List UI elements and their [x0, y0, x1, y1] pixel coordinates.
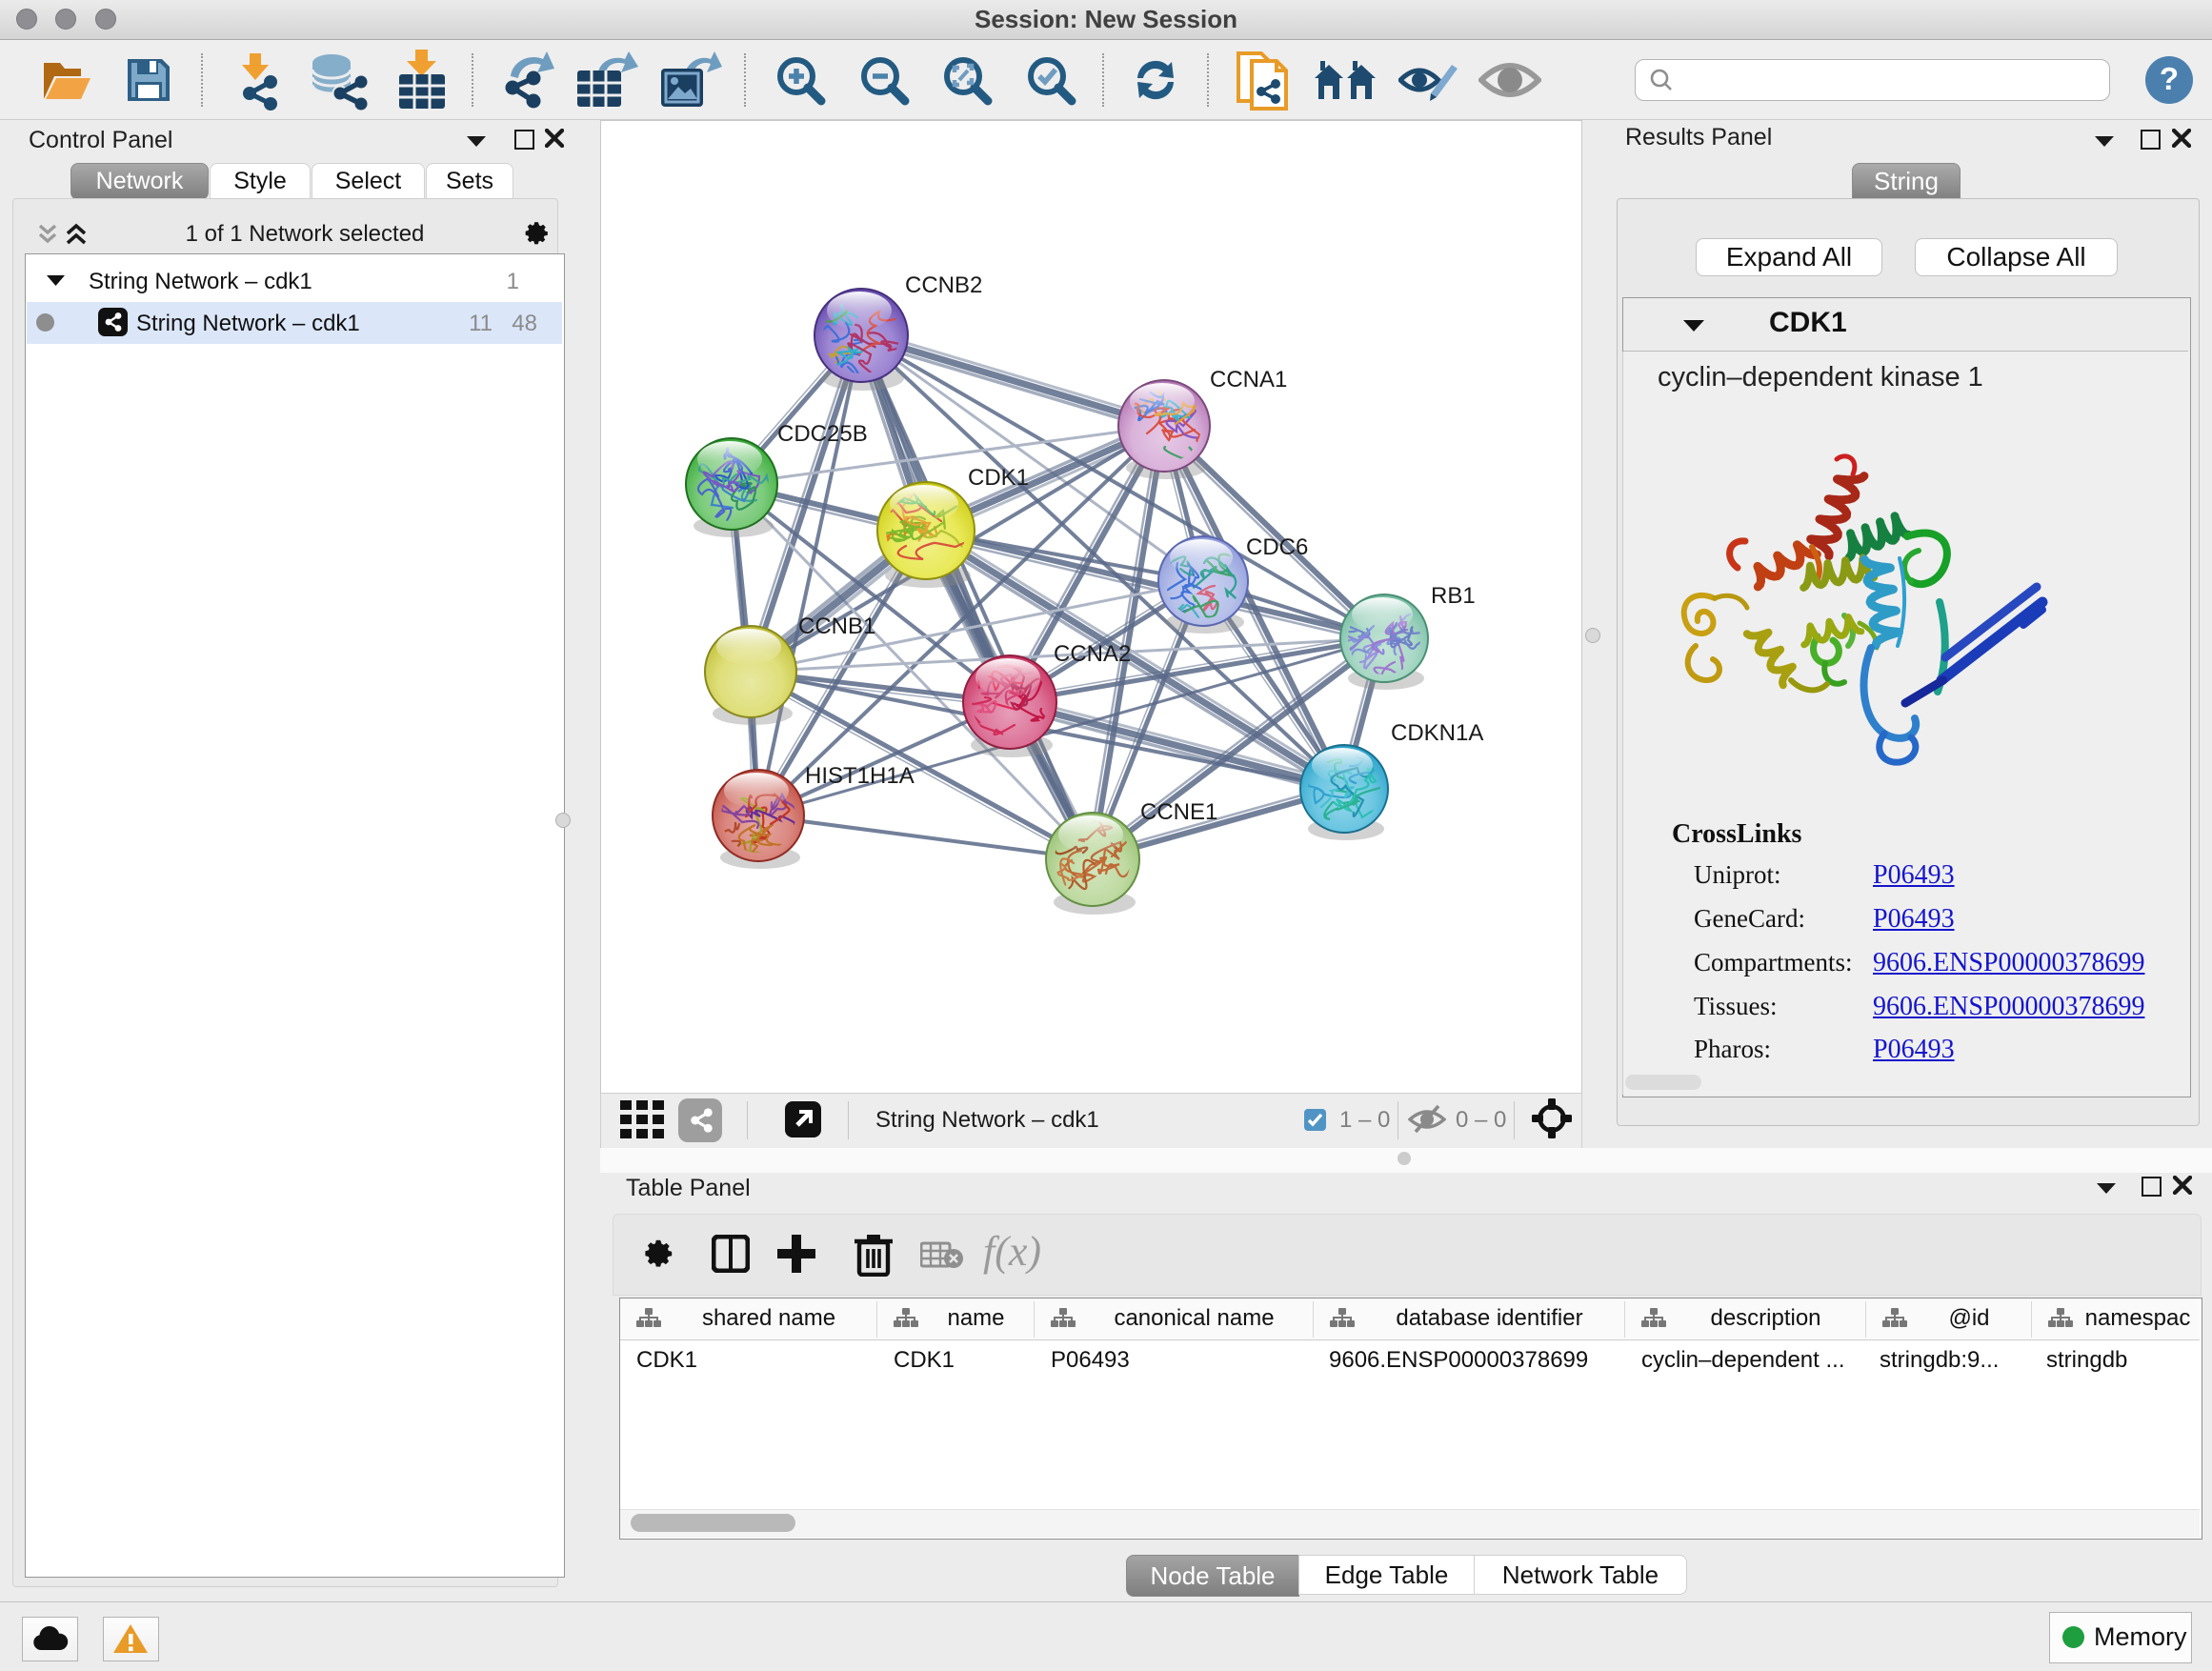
svg-text:CDC6: CDC6 — [1246, 534, 1308, 560]
svg-text:CDK1: CDK1 — [968, 465, 1029, 491]
svg-text:CCNA1: CCNA1 — [1210, 367, 1287, 393]
svg-text:RB1: RB1 — [1431, 583, 1476, 609]
svg-text:CCNA2: CCNA2 — [1054, 641, 1131, 667]
svg-text:CDKN1A: CDKN1A — [1391, 720, 1483, 746]
svg-text:CDC25B: CDC25B — [777, 421, 868, 447]
svg-text:CCNB2: CCNB2 — [905, 272, 982, 298]
svg-text:CCNB1: CCNB1 — [798, 614, 875, 639]
svg-text:HIST1H1A: HIST1H1A — [805, 763, 915, 789]
svg-text:CCNE1: CCNE1 — [1140, 799, 1217, 825]
